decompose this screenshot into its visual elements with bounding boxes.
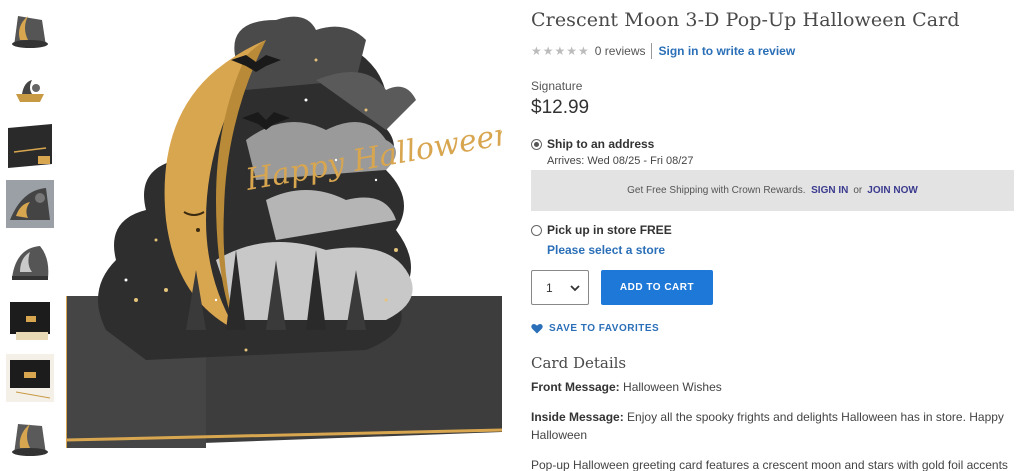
product-price: $12.99 (531, 97, 590, 118)
front-message: Front Message: Halloween Wishes (531, 378, 1006, 396)
pickup-radio[interactable] (531, 224, 542, 236)
rating-row: ★★★★★ 0 reviews Sign in to write a revie… (531, 43, 795, 59)
front-message-value: Halloween Wishes (623, 380, 722, 394)
divider (651, 43, 653, 59)
thumbnail-8[interactable] (6, 412, 54, 460)
promo-text: Get Free Shipping with Crown Rewards. (627, 185, 806, 196)
heart-icon (531, 323, 543, 334)
card-details-heading: Card Details (531, 354, 627, 372)
ship-radio[interactable] (531, 138, 542, 150)
write-review-link[interactable]: Sign in to write a review (658, 44, 795, 58)
pickup-in-store-option[interactable]: Pick up in store FREE (531, 223, 672, 237)
thumbnail-2[interactable] (6, 64, 54, 112)
ship-to-address-option[interactable]: Ship to an address (531, 137, 654, 151)
thumbnail-list (6, 6, 56, 470)
ship-option-label: Ship to an address (547, 137, 655, 151)
add-to-cart-button[interactable]: ADD TO CART (601, 270, 713, 305)
product-title: Crescent Moon 3-D Pop-Up Halloween Card (531, 9, 960, 31)
thumbnail-7[interactable] (6, 354, 54, 402)
thumbnail-3[interactable] (6, 122, 54, 170)
star-rating-icon: ★★★★★ (531, 44, 590, 58)
select-store-link[interactable]: Please select a store (547, 243, 665, 257)
join-now-link[interactable]: JOIN NOW (867, 185, 918, 196)
inside-message: Inside Message: Enjoy all the spooky fri… (531, 408, 1006, 444)
crown-rewards-banner: Get Free Shipping with Crown Rewards. SI… (531, 170, 1014, 211)
thumbnail-1[interactable] (6, 6, 54, 54)
pickup-option-label: Pick up in store FREE (547, 223, 672, 237)
review-count: 0 reviews (594, 44, 646, 58)
front-message-label: Front Message: (531, 380, 620, 394)
save-to-favorites-label: SAVE TO FAVORITES (549, 323, 660, 334)
thumbnail-5[interactable] (6, 238, 54, 286)
inside-message-label: Inside Message: (531, 410, 624, 424)
sign-in-link[interactable]: SIGN IN (811, 185, 848, 196)
thumbnail-4[interactable] (6, 180, 54, 228)
arrival-estimate: Arrives: Wed 08/25 - Fri 08/27 (547, 155, 694, 167)
card-illustration: Happy Halloween (66, 0, 502, 448)
product-main-image[interactable]: Happy Halloween (66, 0, 502, 448)
save-to-favorites-button[interactable]: SAVE TO FAVORITES (531, 323, 659, 334)
thumbnail-6[interactable] (6, 296, 54, 344)
product-description: Pop-up Halloween greeting card features … (531, 458, 1008, 471)
chevron-down-icon (570, 284, 580, 291)
brand-label: Signature (531, 79, 583, 93)
promo-or: or (853, 185, 863, 196)
quantity-select[interactable]: 1 (531, 270, 589, 305)
quantity-value: 1 (546, 280, 553, 295)
